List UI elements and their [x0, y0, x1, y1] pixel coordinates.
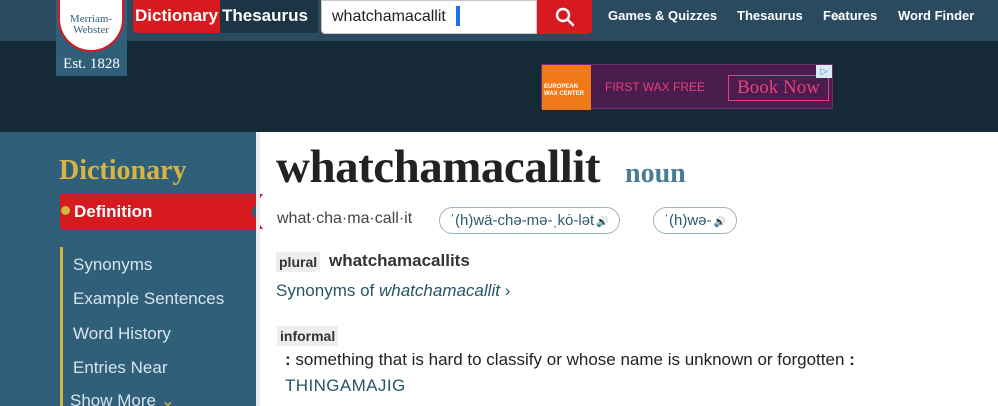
chevron-right-icon: › [504, 281, 511, 300]
syllables: what·cha·ma·call·it [277, 210, 413, 227]
synonyms-link-word: whatchamacallit [379, 281, 500, 300]
sidebar-show-more[interactable]: Show More ⌄ [70, 391, 175, 406]
speaker-icon: 🔊 [713, 217, 726, 228]
active-bullet-icon [61, 206, 70, 215]
part-of-speech[interactable]: noun [625, 158, 686, 190]
tab-dictionary[interactable]: Dictionary [133, 0, 222, 33]
chevron-down-icon: ⌄ [160, 391, 175, 406]
tab-thesaurus[interactable]: Thesaurus [220, 0, 318, 33]
advertisement-banner[interactable]: EUROPEAN WAX CENTER FIRST WAX FREE Book … [541, 64, 833, 110]
logo-seal: Merriam- Webster [58, 0, 124, 52]
search-icon [555, 7, 575, 27]
synonyms-link-prefix: Synonyms of [276, 281, 379, 300]
search-input[interactable] [332, 6, 510, 28]
plural-form: whatchamacallits [329, 251, 470, 270]
nav-games-quizzes[interactable]: Games & Quizzes [608, 0, 717, 32]
synonym-cross-reference[interactable]: THINGAMAJIG [285, 376, 406, 396]
nav-features[interactable]: Features [823, 0, 877, 32]
pronunciation-button-2[interactable]: ˈ(h)wə- 🔊 [653, 207, 737, 234]
logo-line-2: Webster [73, 24, 109, 36]
sidebar-item-example-sentences[interactable]: Example Sentences [73, 289, 224, 309]
pronunciation-text-1: ˈ(h)wä-chə-mə-ˌkȯ-lət [450, 212, 595, 229]
merriam-webster-logo[interactable]: Merriam- Webster Est. 1828 [56, 0, 127, 76]
pronunciation-text-2: ˈ(h)wə- [664, 212, 712, 229]
definition-text: something that is hard to classify or wh… [295, 350, 845, 369]
ad-band [0, 41, 998, 132]
ad-brand-logo: EUROPEAN WAX CENTER [542, 65, 591, 110]
nav-thesaurus[interactable]: Thesaurus [737, 0, 803, 32]
definition: : something that is hard to classify or … [285, 350, 855, 369]
sidebar-item-synonyms[interactable]: Synonyms [73, 255, 152, 275]
search-button[interactable] [537, 0, 592, 34]
adchoices-icon[interactable]: ▷ [816, 65, 832, 78]
plural-label: plural [276, 252, 321, 272]
sidebar-item-word-history[interactable]: Word History [73, 324, 171, 344]
usage-label: informal [277, 326, 339, 346]
sidebar-rule [60, 247, 63, 406]
headword: whatchamacallit [276, 141, 601, 193]
search-box[interactable]: × [321, 0, 844, 34]
text-caret [456, 6, 460, 26]
sidebar-item-entries-near[interactable]: Entries Near [73, 358, 167, 378]
ad-book-now-button[interactable]: Book Now [728, 75, 829, 101]
pronunciation-button-1[interactable]: ˈ(h)wä-chə-mə-ˌkȯ-lət 🔊 [439, 207, 620, 234]
ad-offer-text: FIRST WAX FREE [605, 80, 706, 94]
speaker-icon: 🔊 [596, 217, 609, 228]
sidebar-title: Dictionary [59, 155, 187, 186]
nav-word-finder[interactable]: Word Finder [898, 0, 974, 32]
show-more-label: Show More [70, 391, 156, 406]
logo-established: Est. 1828 [63, 56, 120, 72]
content-divider [256, 132, 260, 406]
synonyms-link[interactable]: Synonyms of whatchamacallit › [276, 281, 510, 301]
sidebar-item-definition[interactable]: Definition [60, 194, 263, 229]
